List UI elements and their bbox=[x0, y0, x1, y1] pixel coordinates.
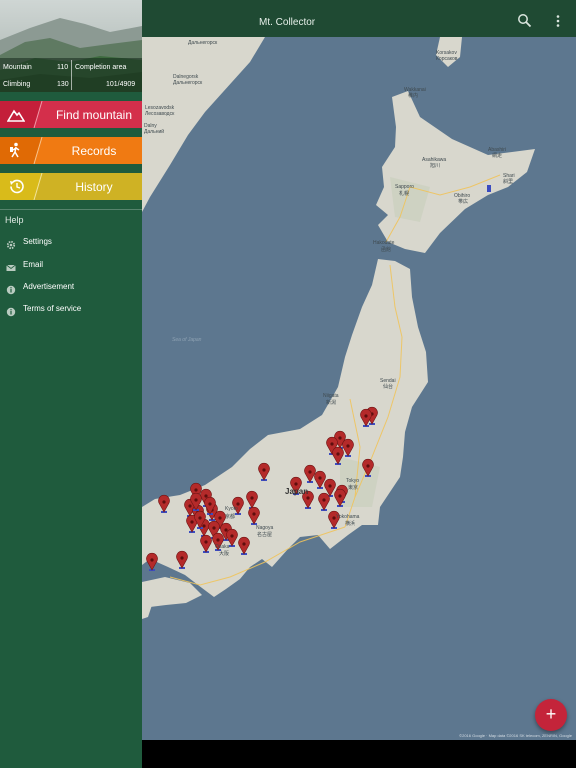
honshu-landmass bbox=[142, 259, 428, 597]
find-mountain-button[interactable]: Find mountain bbox=[0, 101, 142, 128]
map-label-shari-jp: 斜里 bbox=[503, 179, 514, 185]
navigation-drawer: Mountain 110 Climbing 130 Completion are… bbox=[0, 0, 142, 768]
email-item[interactable]: Email bbox=[0, 255, 142, 275]
map-label-tokyo: Tokyo bbox=[346, 478, 360, 484]
map-label-asahikawa-jp: 旭川 bbox=[430, 163, 441, 169]
mountain-pin[interactable] bbox=[146, 552, 158, 571]
hokkaido-landmass bbox=[376, 91, 535, 253]
location-marker[interactable] bbox=[487, 185, 491, 192]
map-label-dalnegorsk-ru-2: Дальнегорск bbox=[173, 80, 203, 86]
advertisement-item[interactable]: Advertisement bbox=[0, 277, 142, 297]
info-icon bbox=[6, 304, 16, 317]
map-label-obihiro-jp: 帯広 bbox=[458, 199, 469, 205]
map-label-tokyo-jp: 東京 bbox=[348, 485, 359, 491]
hiker-icon bbox=[7, 142, 25, 159]
map-label-hakodate: Hakodate bbox=[373, 240, 395, 246]
search-icon[interactable] bbox=[517, 13, 533, 29]
email-label: Email bbox=[23, 260, 44, 269]
map-label-sendai-jp: 仙台 bbox=[383, 384, 394, 390]
map-label-wakkanai-jp: 稚内 bbox=[408, 93, 419, 99]
map-label-osaka-jp: 大阪 bbox=[219, 551, 230, 557]
app-title: Mt. Collector bbox=[259, 17, 316, 28]
map-label-yokohama: Yokohama bbox=[336, 514, 360, 520]
completion-value: 101/4909 bbox=[106, 81, 136, 88]
mountain-label: Mountain bbox=[3, 64, 32, 71]
map-label-japan: Japan bbox=[285, 487, 309, 496]
more-vert-icon[interactable] bbox=[550, 13, 566, 29]
map-label-hakodate-jp: 函館 bbox=[381, 247, 392, 253]
map-label-nagoya-jp: 名古屋 bbox=[257, 532, 273, 538]
terms-label: Terms of service bbox=[23, 304, 82, 313]
map-label-niigata-jp: 新潟 bbox=[326, 400, 337, 406]
history-icon bbox=[7, 178, 25, 195]
history-button[interactable]: History bbox=[0, 173, 142, 200]
settings-item[interactable]: Settings bbox=[0, 232, 142, 252]
help-divider bbox=[0, 209, 142, 210]
map-attribution: ©2016 Google · Map data ©2016 SK telecom… bbox=[459, 733, 572, 738]
gear-icon bbox=[6, 237, 16, 250]
terms-item[interactable]: Terms of service bbox=[0, 299, 142, 319]
map-label-kyoto-jp: 京都 bbox=[225, 514, 236, 520]
map-label-lesozavodsk-ru: Лесозаводск bbox=[145, 111, 175, 117]
records-button[interactable]: Records bbox=[0, 137, 142, 164]
map-label-osaka: Osaka bbox=[215, 544, 230, 550]
mountain-count: 110 bbox=[57, 64, 69, 71]
mail-icon bbox=[6, 260, 16, 271]
stats-divider bbox=[71, 60, 72, 90]
add-fab-button[interactable]: + bbox=[535, 699, 567, 731]
history-label: History bbox=[75, 180, 113, 194]
completion-label: Completion area bbox=[75, 64, 127, 71]
plus-icon: + bbox=[545, 704, 557, 724]
map-label-yokohama-jp: 横浜 bbox=[345, 521, 356, 527]
map-label-sea-of-japan: Sea of Japan bbox=[172, 337, 202, 343]
settings-label: Settings bbox=[23, 237, 52, 246]
map-label-korsakov-ru: Корсаков bbox=[436, 56, 458, 62]
climbing-label: Climbing bbox=[3, 81, 31, 88]
russia-landmass bbox=[142, 37, 265, 212]
map-label-sapporo-jp: 札幌 bbox=[399, 191, 410, 197]
records-label: Records bbox=[71, 144, 117, 158]
map-label-abashiri-jp: 網走 bbox=[492, 153, 503, 159]
map-label-kyoto: Kyoto bbox=[225, 506, 238, 512]
help-heading: Help bbox=[5, 215, 24, 225]
climbing-count: 130 bbox=[57, 81, 69, 88]
advertisement-label: Advertisement bbox=[23, 282, 75, 291]
map-label-nagoya: Nagoya bbox=[256, 525, 274, 531]
map-label-dalnegorsk-ru: Дальнегорск bbox=[188, 40, 218, 46]
info-icon bbox=[6, 282, 16, 295]
mountain-icon bbox=[6, 106, 26, 123]
map-label-dalny-ru: Дальний bbox=[144, 129, 165, 135]
map-label-sapporo: Sapporo bbox=[395, 184, 414, 190]
find-mountain-label: Find mountain bbox=[55, 108, 133, 122]
map-label-niigata: Niigata bbox=[323, 393, 339, 399]
